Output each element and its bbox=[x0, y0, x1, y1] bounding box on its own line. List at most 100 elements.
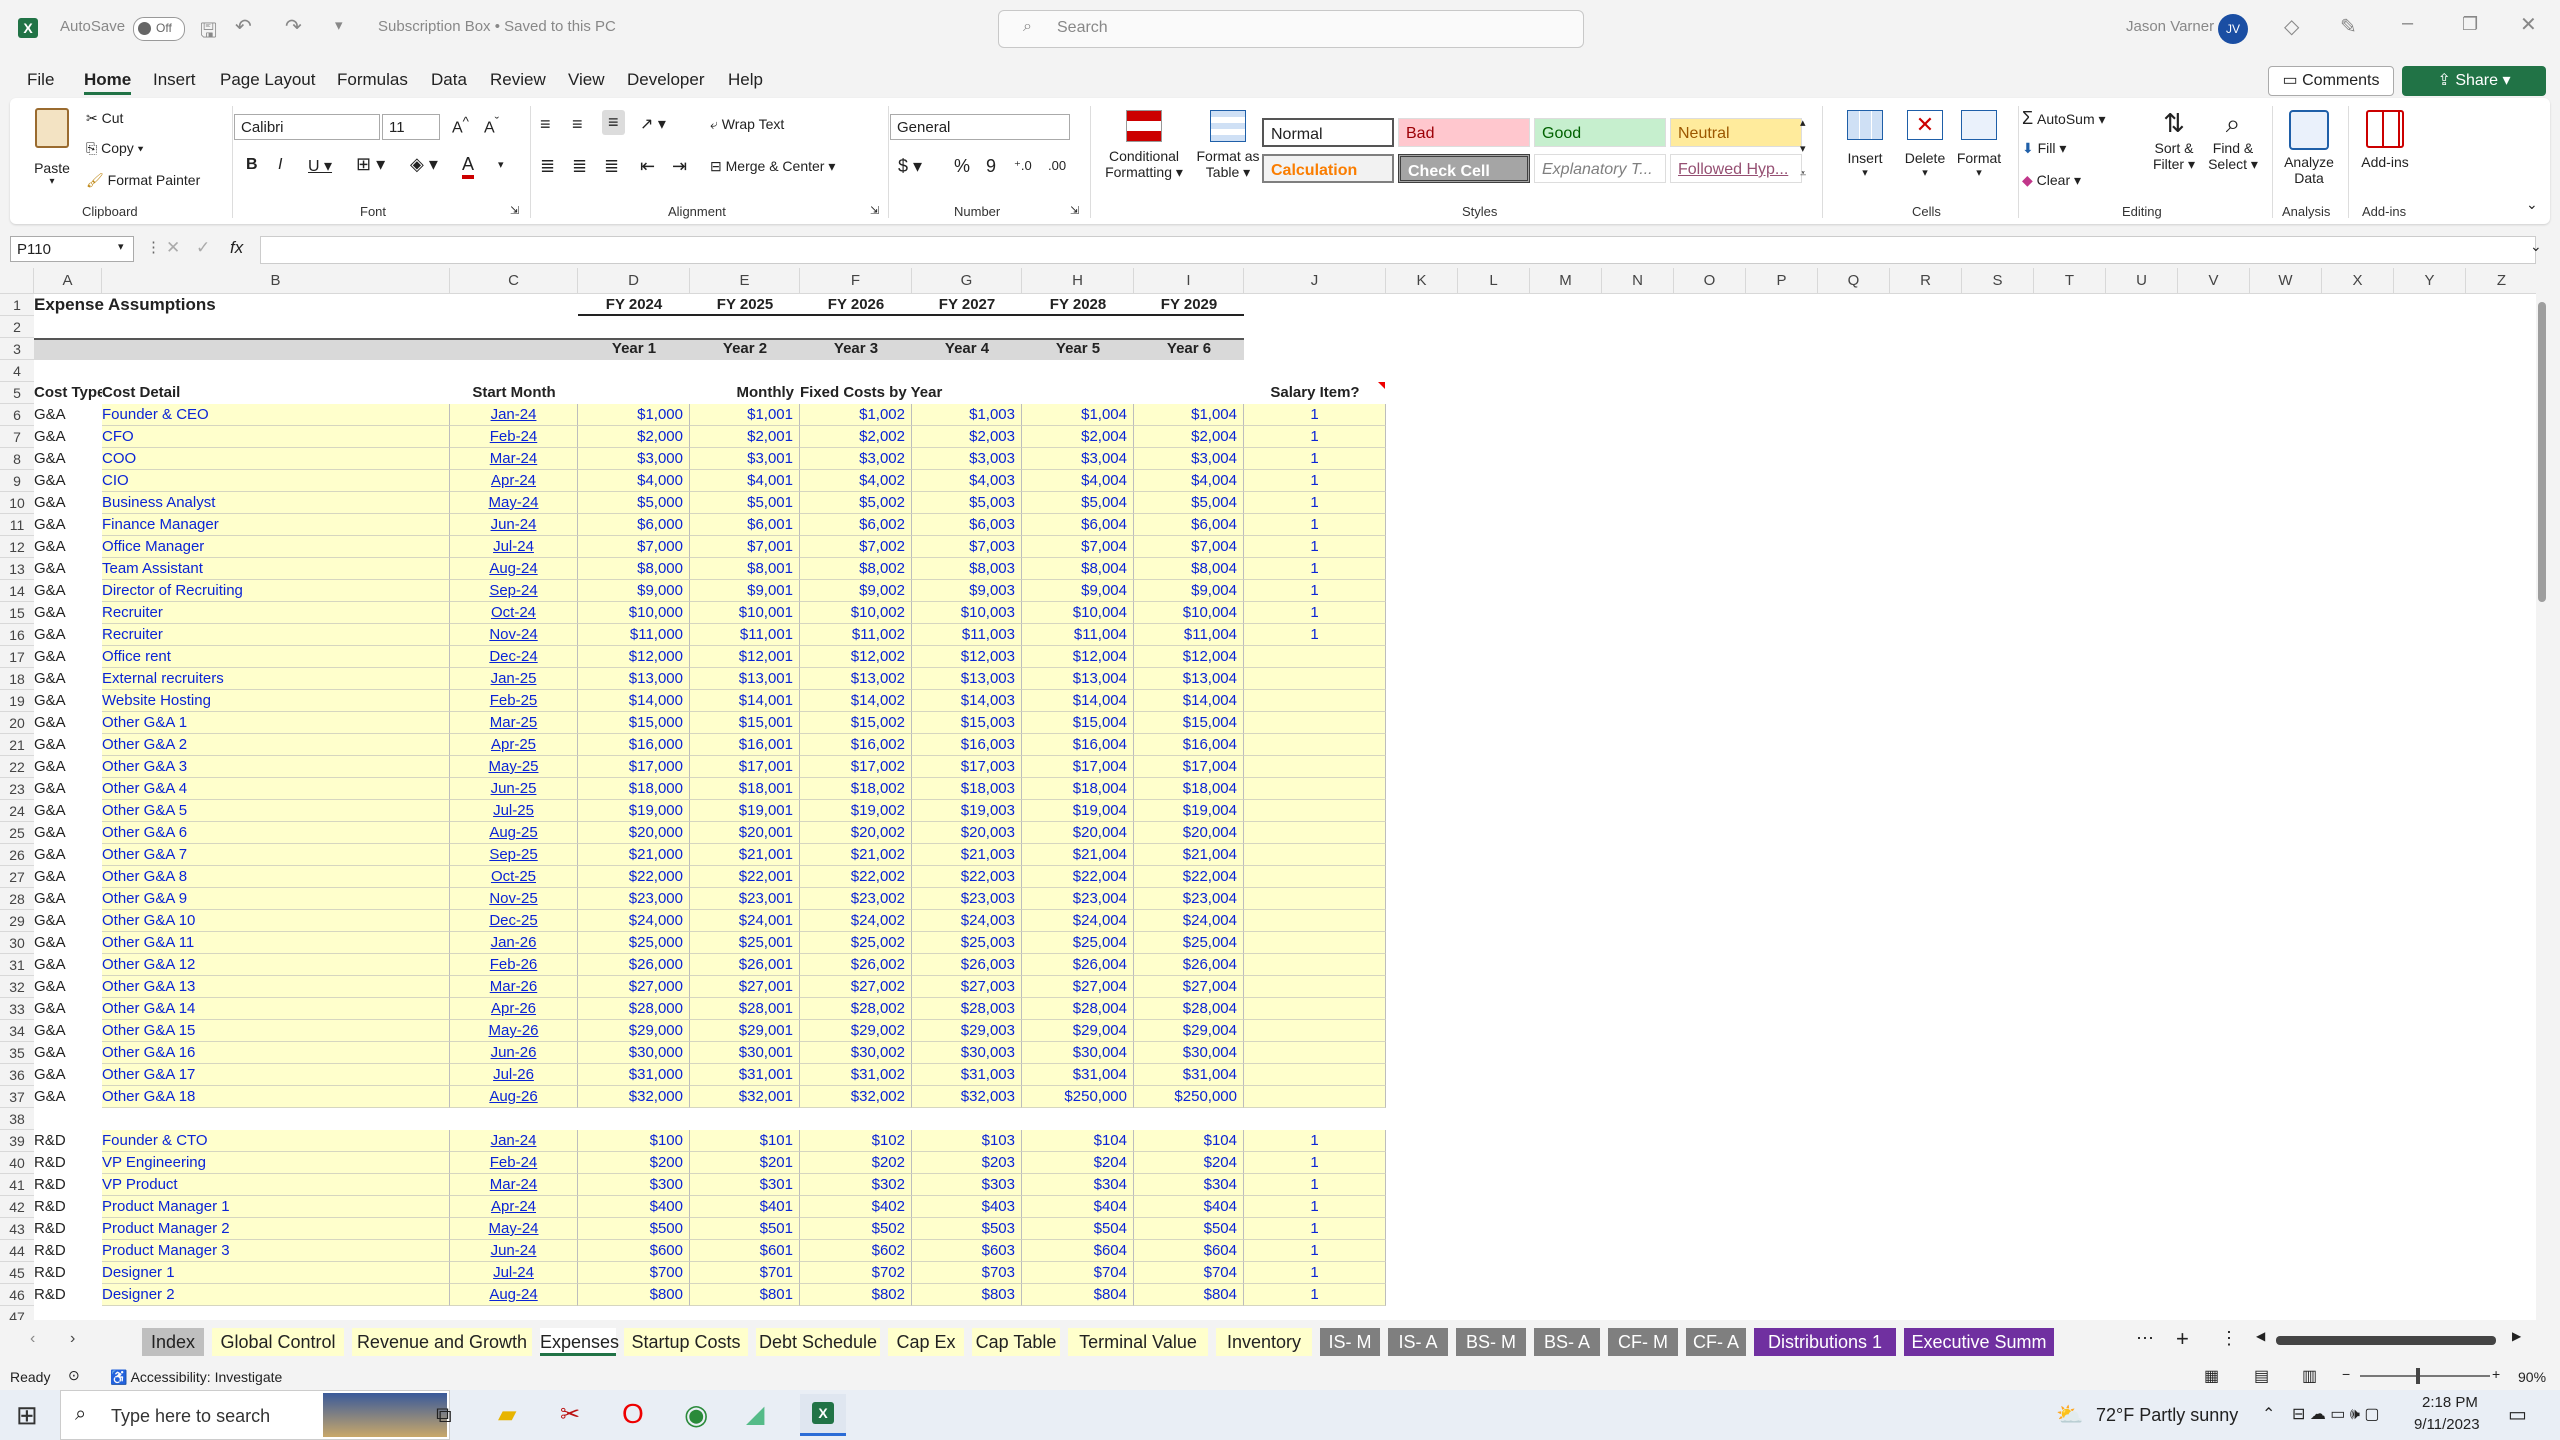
cost-value-cell[interactable]: $10,000 bbox=[578, 602, 690, 624]
paste-button[interactable]: Paste ▾ bbox=[28, 104, 76, 196]
cost-value-cell[interactable]: $17,001 bbox=[690, 756, 800, 778]
cost-value-cell[interactable]: $29,004 bbox=[1022, 1020, 1134, 1042]
cost-value-cell[interactable]: $21,004 bbox=[1134, 844, 1244, 866]
find-select-button[interactable]: ⌕ Find & Select ▾ bbox=[2200, 106, 2266, 173]
cost-value-cell[interactable]: $24,003 bbox=[912, 910, 1022, 932]
cost-value-cell[interactable]: $3,003 bbox=[912, 448, 1022, 470]
orientation-icon[interactable]: ↗ ▾ bbox=[640, 114, 666, 134]
cost-value-cell[interactable]: $31,003 bbox=[912, 1064, 1022, 1086]
number-dialog-launcher-icon[interactable]: ⇲ bbox=[1070, 204, 1079, 217]
cost-type-cell[interactable]: G&A bbox=[34, 1042, 102, 1064]
menu-page-layout[interactable]: Page Layout bbox=[220, 70, 315, 90]
cost-detail-cell[interactable]: Other G&A 4 bbox=[102, 778, 450, 800]
wrap-text-button[interactable]: ⤶ Wrap Text bbox=[710, 116, 784, 133]
cost-value-cell[interactable]: $9,002 bbox=[800, 580, 912, 602]
cost-value-cell[interactable]: $604 bbox=[1134, 1240, 1244, 1262]
cost-type-cell[interactable]: G&A bbox=[34, 558, 102, 580]
close-icon[interactable]: ✕ bbox=[2520, 12, 2537, 37]
cost-value-cell[interactable]: $20,004 bbox=[1022, 822, 1134, 844]
salary-item-cell[interactable]: 1 bbox=[1244, 448, 1386, 470]
salary-item-cell[interactable] bbox=[1244, 734, 1386, 756]
zoom-in-icon[interactable]: + bbox=[2492, 1366, 2500, 1382]
autosave-toggle[interactable]: Off bbox=[133, 17, 185, 41]
cost-value-cell[interactable]: $8,000 bbox=[578, 558, 690, 580]
cost-type-cell[interactable]: R&D bbox=[34, 1218, 102, 1240]
salary-item-cell[interactable] bbox=[1244, 1086, 1386, 1108]
cost-value-cell[interactable]: $13,003 bbox=[912, 668, 1022, 690]
bold-button[interactable]: B bbox=[246, 156, 258, 174]
italic-button[interactable]: I bbox=[278, 156, 282, 174]
year-header[interactable]: Year 5 bbox=[1022, 338, 1134, 360]
cost-type-cell[interactable]: R&D bbox=[34, 1152, 102, 1174]
cost-value-cell[interactable]: $13,002 bbox=[800, 668, 912, 690]
row-header[interactable]: 43 bbox=[0, 1218, 34, 1240]
comment-indicator-icon[interactable] bbox=[1378, 382, 1385, 389]
salary-item-cell[interactable] bbox=[1244, 690, 1386, 712]
cost-value-cell[interactable]: $5,004 bbox=[1022, 492, 1134, 514]
sheet-tab[interactable]: Startup Costs bbox=[624, 1328, 748, 1356]
cost-value-cell[interactable]: $17,002 bbox=[800, 756, 912, 778]
cost-value-cell[interactable]: $24,001 bbox=[690, 910, 800, 932]
conditional-formatting-button[interactable]: Conditional Formatting ▾ bbox=[1096, 106, 1192, 198]
task-view-icon[interactable]: ⧉ bbox=[436, 1402, 452, 1428]
cost-detail-cell[interactable]: Designer 2 bbox=[102, 1284, 450, 1306]
cost-type-cell[interactable]: G&A bbox=[34, 910, 102, 932]
cost-value-cell[interactable]: $1,003 bbox=[912, 404, 1022, 426]
cost-value-cell[interactable]: $204 bbox=[1134, 1152, 1244, 1174]
salary-item-cell[interactable]: 1 bbox=[1244, 470, 1386, 492]
name-box-dropdown-icon[interactable]: ▾ bbox=[118, 240, 124, 253]
vertical-scrollbar[interactable] bbox=[2536, 268, 2548, 1320]
cost-detail-cell[interactable]: VP Product bbox=[102, 1174, 450, 1196]
start-month-cell[interactable]: May-26 bbox=[450, 1020, 578, 1042]
cost-value-cell[interactable]: $16,001 bbox=[690, 734, 800, 756]
cost-value-cell[interactable]: $202 bbox=[800, 1152, 912, 1174]
cost-type-cell[interactable]: G&A bbox=[34, 646, 102, 668]
sheet-tab[interactable]: IS- A bbox=[1388, 1328, 1448, 1356]
font-dialog-launcher-icon[interactable]: ⇲ bbox=[510, 204, 519, 217]
cost-value-cell[interactable]: $10,003 bbox=[912, 602, 1022, 624]
sort-filter-button[interactable]: ⇅ Sort & Filter ▾ bbox=[2144, 106, 2204, 173]
cost-value-cell[interactable]: $500 bbox=[578, 1218, 690, 1240]
cost-value-cell[interactable]: $27,000 bbox=[578, 976, 690, 998]
style-bad[interactable]: Bad bbox=[1398, 118, 1530, 147]
cost-type-cell[interactable]: G&A bbox=[34, 602, 102, 624]
cost-value-cell[interactable]: $12,004 bbox=[1022, 646, 1134, 668]
salary-item-cell[interactable]: 1 bbox=[1244, 1196, 1386, 1218]
cost-value-cell[interactable]: $7,004 bbox=[1022, 536, 1134, 558]
row-header[interactable]: 39 bbox=[0, 1130, 34, 1152]
cost-value-cell[interactable]: $2,002 bbox=[800, 426, 912, 448]
cost-value-cell[interactable]: $7,004 bbox=[1134, 536, 1244, 558]
cost-value-cell[interactable]: $7,003 bbox=[912, 536, 1022, 558]
cost-value-cell[interactable]: $14,004 bbox=[1134, 690, 1244, 712]
cost-value-cell[interactable]: $1,004 bbox=[1134, 404, 1244, 426]
cost-value-cell[interactable]: $29,004 bbox=[1134, 1020, 1244, 1042]
restore-icon[interactable]: ❐ bbox=[2462, 14, 2478, 35]
cost-value-cell[interactable]: $6,003 bbox=[912, 514, 1022, 536]
cost-value-cell[interactable]: $32,001 bbox=[690, 1086, 800, 1108]
cost-value-cell[interactable]: $404 bbox=[1022, 1196, 1134, 1218]
cost-detail-cell[interactable]: Director of Recruiting bbox=[102, 580, 450, 602]
column-header-l[interactable]: L bbox=[1458, 268, 1530, 294]
cost-value-cell[interactable]: $18,003 bbox=[912, 778, 1022, 800]
cost-value-cell[interactable]: $16,004 bbox=[1134, 734, 1244, 756]
cost-detail-cell[interactable]: Recruiter bbox=[102, 624, 450, 646]
row-header[interactable]: 12 bbox=[0, 536, 34, 558]
cost-detail-cell[interactable]: External recruiters bbox=[102, 668, 450, 690]
cost-value-cell[interactable]: $8,004 bbox=[1134, 558, 1244, 580]
copy-button[interactable]: ⎘ Copy ▾ bbox=[86, 140, 144, 157]
start-month-cell[interactable]: Aug-25 bbox=[450, 822, 578, 844]
cost-value-cell[interactable]: $304 bbox=[1022, 1174, 1134, 1196]
cost-value-cell[interactable]: $6,004 bbox=[1022, 514, 1134, 536]
cost-value-cell[interactable]: $9,004 bbox=[1134, 580, 1244, 602]
cost-detail-cell[interactable]: Product Manager 1 bbox=[102, 1196, 450, 1218]
sheet-tab[interactable]: Debt Schedule bbox=[756, 1328, 880, 1356]
cost-type-cell[interactable]: G&A bbox=[34, 866, 102, 888]
column-header-f[interactable]: F bbox=[800, 268, 912, 294]
comments-button[interactable]: ▭ Comments bbox=[2268, 66, 2394, 96]
start-month-cell[interactable]: Oct-25 bbox=[450, 866, 578, 888]
start-month-cell[interactable]: Mar-24 bbox=[450, 1174, 578, 1196]
cost-value-cell[interactable]: $25,004 bbox=[1134, 932, 1244, 954]
salary-item-cell[interactable] bbox=[1244, 976, 1386, 998]
avatar[interactable]: JV bbox=[2218, 14, 2248, 44]
row-header[interactable]: 15 bbox=[0, 602, 34, 624]
